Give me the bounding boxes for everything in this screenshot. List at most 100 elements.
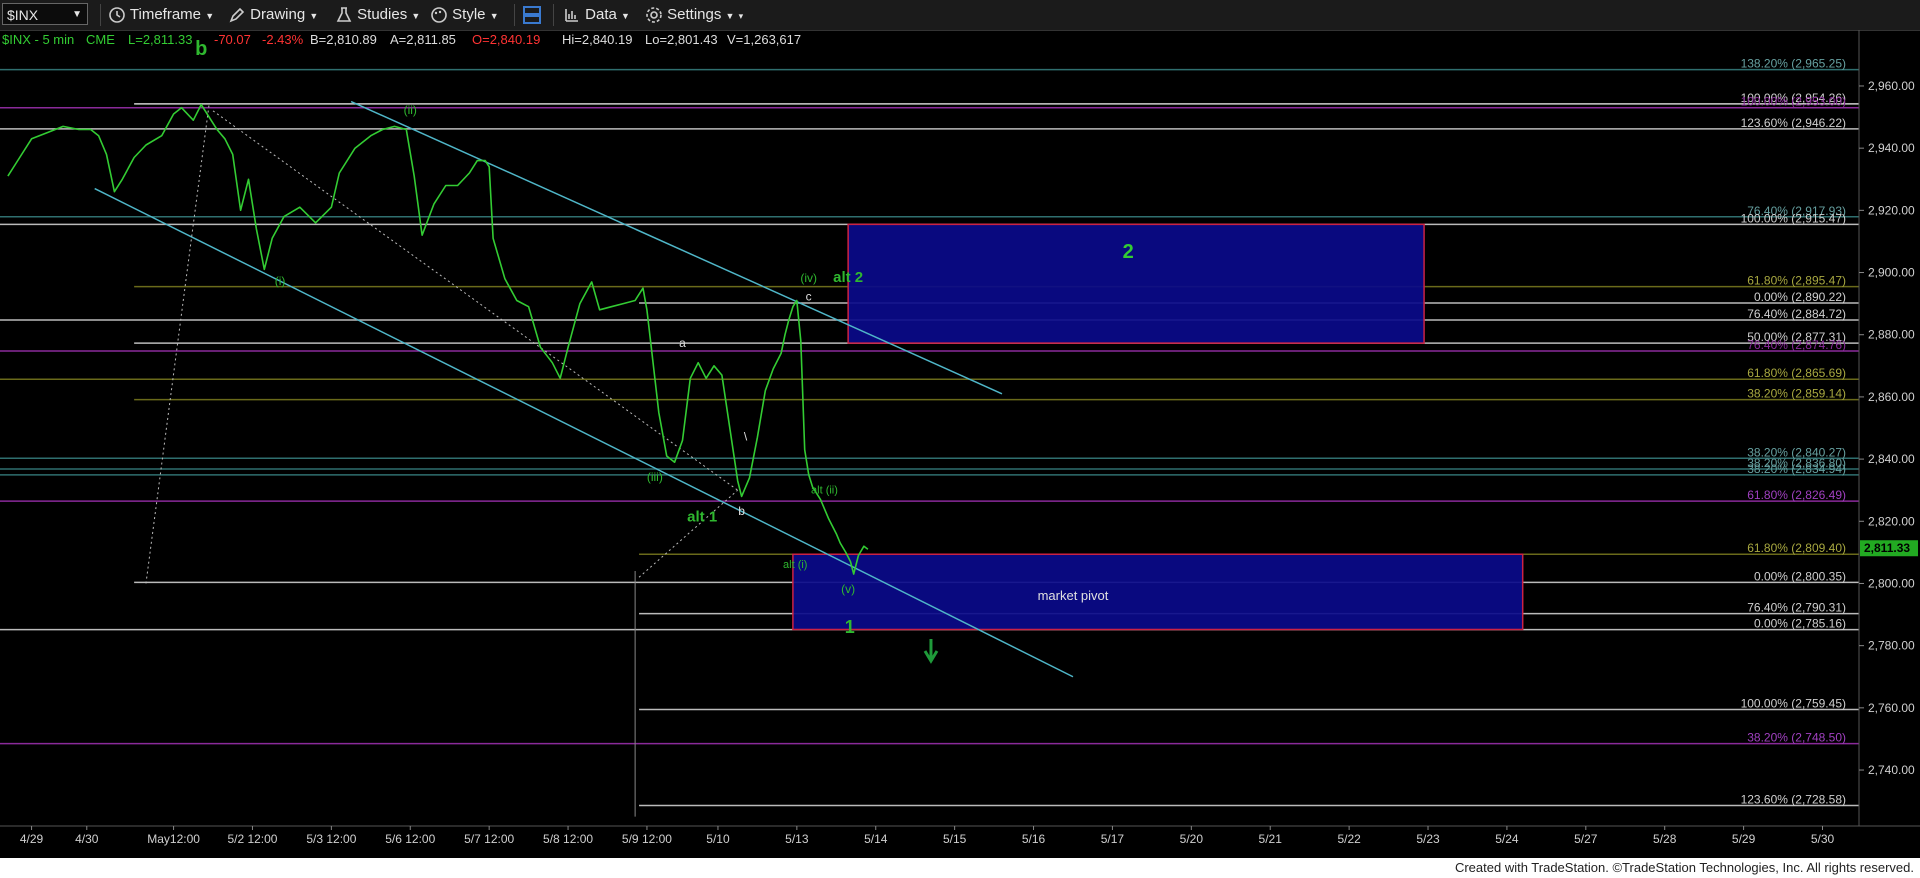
chevron-down-icon: ▼: [309, 11, 319, 21]
drawing-label: Drawing: [250, 6, 306, 23]
price-chart[interactable]: 138.20% (2,965.25)100.00% (2,954.26)100.…: [0, 30, 1920, 858]
fib-level-label: 100.00% (2,953.00): [1741, 95, 1846, 109]
data-label: Data: [585, 6, 617, 23]
wave-label: alt 1: [687, 508, 717, 525]
bar-chart-icon: [565, 9, 578, 22]
drawing-button[interactable]: Drawing ▼: [228, 3, 318, 27]
wave-label: alt (i): [783, 559, 807, 571]
wave-label: 1: [845, 617, 855, 637]
wave-label: alt (ii): [811, 484, 838, 496]
x-tick-label: 5/9 12:00: [622, 832, 672, 846]
toolbar-divider: [100, 4, 101, 26]
x-tick-label: 5/28: [1653, 832, 1677, 846]
y-tick-label: 2,960.00: [1868, 79, 1915, 93]
y-tick-label: 2,940.00: [1868, 141, 1915, 155]
fib-level-label: 76.40% (2,790.31): [1747, 601, 1846, 615]
box-label: market pivot: [1038, 588, 1109, 603]
x-tick-label: May12:00: [147, 832, 200, 846]
wave-label: (v): [841, 582, 855, 596]
low-price: Lo=2,801.43: [645, 32, 718, 47]
y-axis: 2,960.00 2,940.00 2,920.00 2,900.00 2,880.00…: [1859, 79, 1918, 777]
x-tick-label: 5/7 12:00: [464, 832, 514, 846]
x-tick-label: 5/29: [1732, 832, 1756, 846]
y-tick-label: 2,760.00: [1868, 701, 1915, 715]
fib-level-label: 61.80% (2,826.49): [1747, 488, 1846, 502]
toolbar: $INX ▼ Timeframe ▼ Drawing ▼ Studies ▼ S…: [0, 0, 1920, 31]
fib-level-label: 38.20% (2,834.94): [1747, 462, 1846, 476]
layout-icon: [523, 6, 541, 25]
x-tick-label: 5/30: [1811, 832, 1835, 846]
chevron-down-icon: ▼: [621, 11, 630, 21]
dotted-line[interactable]: [638, 489, 739, 578]
ask-price: A=2,811.85: [390, 32, 456, 47]
high-price: Hi=2,840.19: [562, 32, 632, 47]
y-tick-label: 2,800.00: [1868, 576, 1915, 590]
wave-label: (i): [275, 274, 286, 288]
point-label: \: [744, 429, 748, 443]
down-arrow-icon: [923, 638, 939, 664]
last-price-label: 2,811.33: [1864, 541, 1910, 555]
x-tick-label: 4/29: [20, 832, 44, 846]
style-label: Style: [452, 6, 486, 23]
x-tick-label: 5/6 12:00: [385, 832, 435, 846]
x-tick-label: 5/3 12:00: [306, 832, 356, 846]
timeframe-button[interactable]: Timeframe ▼: [108, 3, 214, 27]
settings-label: Settings: [667, 6, 722, 23]
open-price: O=2,840.19: [472, 32, 540, 47]
x-tick-label: 5/22: [1337, 832, 1361, 846]
fib-level-label: 38.20% (2,859.14): [1747, 387, 1846, 401]
last-price: L=2,811.33: [128, 32, 192, 47]
wave-label: (iv): [800, 271, 817, 285]
box-label: 2: [1123, 241, 1134, 263]
chart-title: $INX - 5 min: [2, 32, 74, 47]
volume: V=1,263,617: [727, 32, 801, 47]
exchange-label: CME: [86, 32, 115, 47]
dotted-line[interactable]: [145, 104, 210, 584]
chevron-down-icon: ▼: [725, 11, 735, 21]
fib-level-label: 38.20% (2,748.50): [1747, 731, 1846, 745]
style-button[interactable]: Style ▼: [430, 3, 499, 27]
y-tick-label: 2,860.00: [1868, 390, 1915, 404]
settings-button[interactable]: Settings ▼ ▾: [645, 3, 743, 27]
point-label: a: [679, 336, 686, 350]
wave-label: (iii): [647, 470, 663, 484]
net-change: -70.07: [214, 32, 251, 47]
fib-level-label: 138.20% (2,965.25): [1741, 57, 1846, 71]
x-tick-label: 5/16: [1022, 832, 1046, 846]
x-tick-label: 5/13: [785, 832, 809, 846]
chevron-down-icon: ▼: [205, 11, 215, 21]
clock-icon: [109, 7, 125, 23]
x-tick-label: 5/10: [706, 832, 730, 846]
y-tick-label: 2,900.00: [1868, 266, 1915, 280]
bid-price: B=2,810.89: [310, 32, 377, 47]
wave-label: alt 2: [833, 269, 863, 286]
x-tick-label: 5/21: [1259, 832, 1283, 846]
y-tick-label: 2,880.00: [1868, 328, 1915, 342]
data-button[interactable]: Data ▼: [563, 3, 630, 27]
symbol-text: $INX: [7, 7, 39, 23]
dotted-line[interactable]: [212, 110, 738, 491]
pct-change: -2.43%: [262, 32, 304, 47]
x-tick-label: 5/17: [1101, 832, 1125, 846]
symbol-input[interactable]: $INX ▼: [2, 3, 88, 25]
fib-level-label: 123.60% (2,728.58): [1741, 793, 1846, 807]
x-tick-label: 5/8 12:00: [543, 832, 593, 846]
x-tick-label: 5/2 12:00: [227, 832, 277, 846]
studies-label: Studies: [357, 6, 408, 23]
x-tick-label: 5/23: [1416, 832, 1440, 846]
y-tick-label: 2,780.00: [1868, 639, 1915, 653]
gear-icon: [646, 7, 662, 23]
y-tick-label: 2,820.00: [1868, 514, 1915, 528]
fib-level-label: 100.00% (2,915.47): [1741, 211, 1846, 225]
fib-level-label: 76.40% (2,874.76): [1747, 338, 1846, 352]
studies-button[interactable]: Studies ▼: [335, 3, 420, 27]
fib-level-label: 123.60% (2,946.22): [1741, 116, 1846, 130]
target-box[interactable]: [847, 223, 1425, 344]
fib-level-label: 61.80% (2,809.40): [1747, 541, 1846, 555]
fib-level-label: 100.00% (2,759.45): [1741, 697, 1846, 711]
wave-label: b: [195, 38, 207, 60]
pencil-icon: [229, 7, 245, 23]
layout-button[interactable]: [521, 3, 543, 27]
point-label: b: [738, 504, 745, 518]
fib-level-label: 61.80% (2,865.69): [1747, 366, 1846, 380]
